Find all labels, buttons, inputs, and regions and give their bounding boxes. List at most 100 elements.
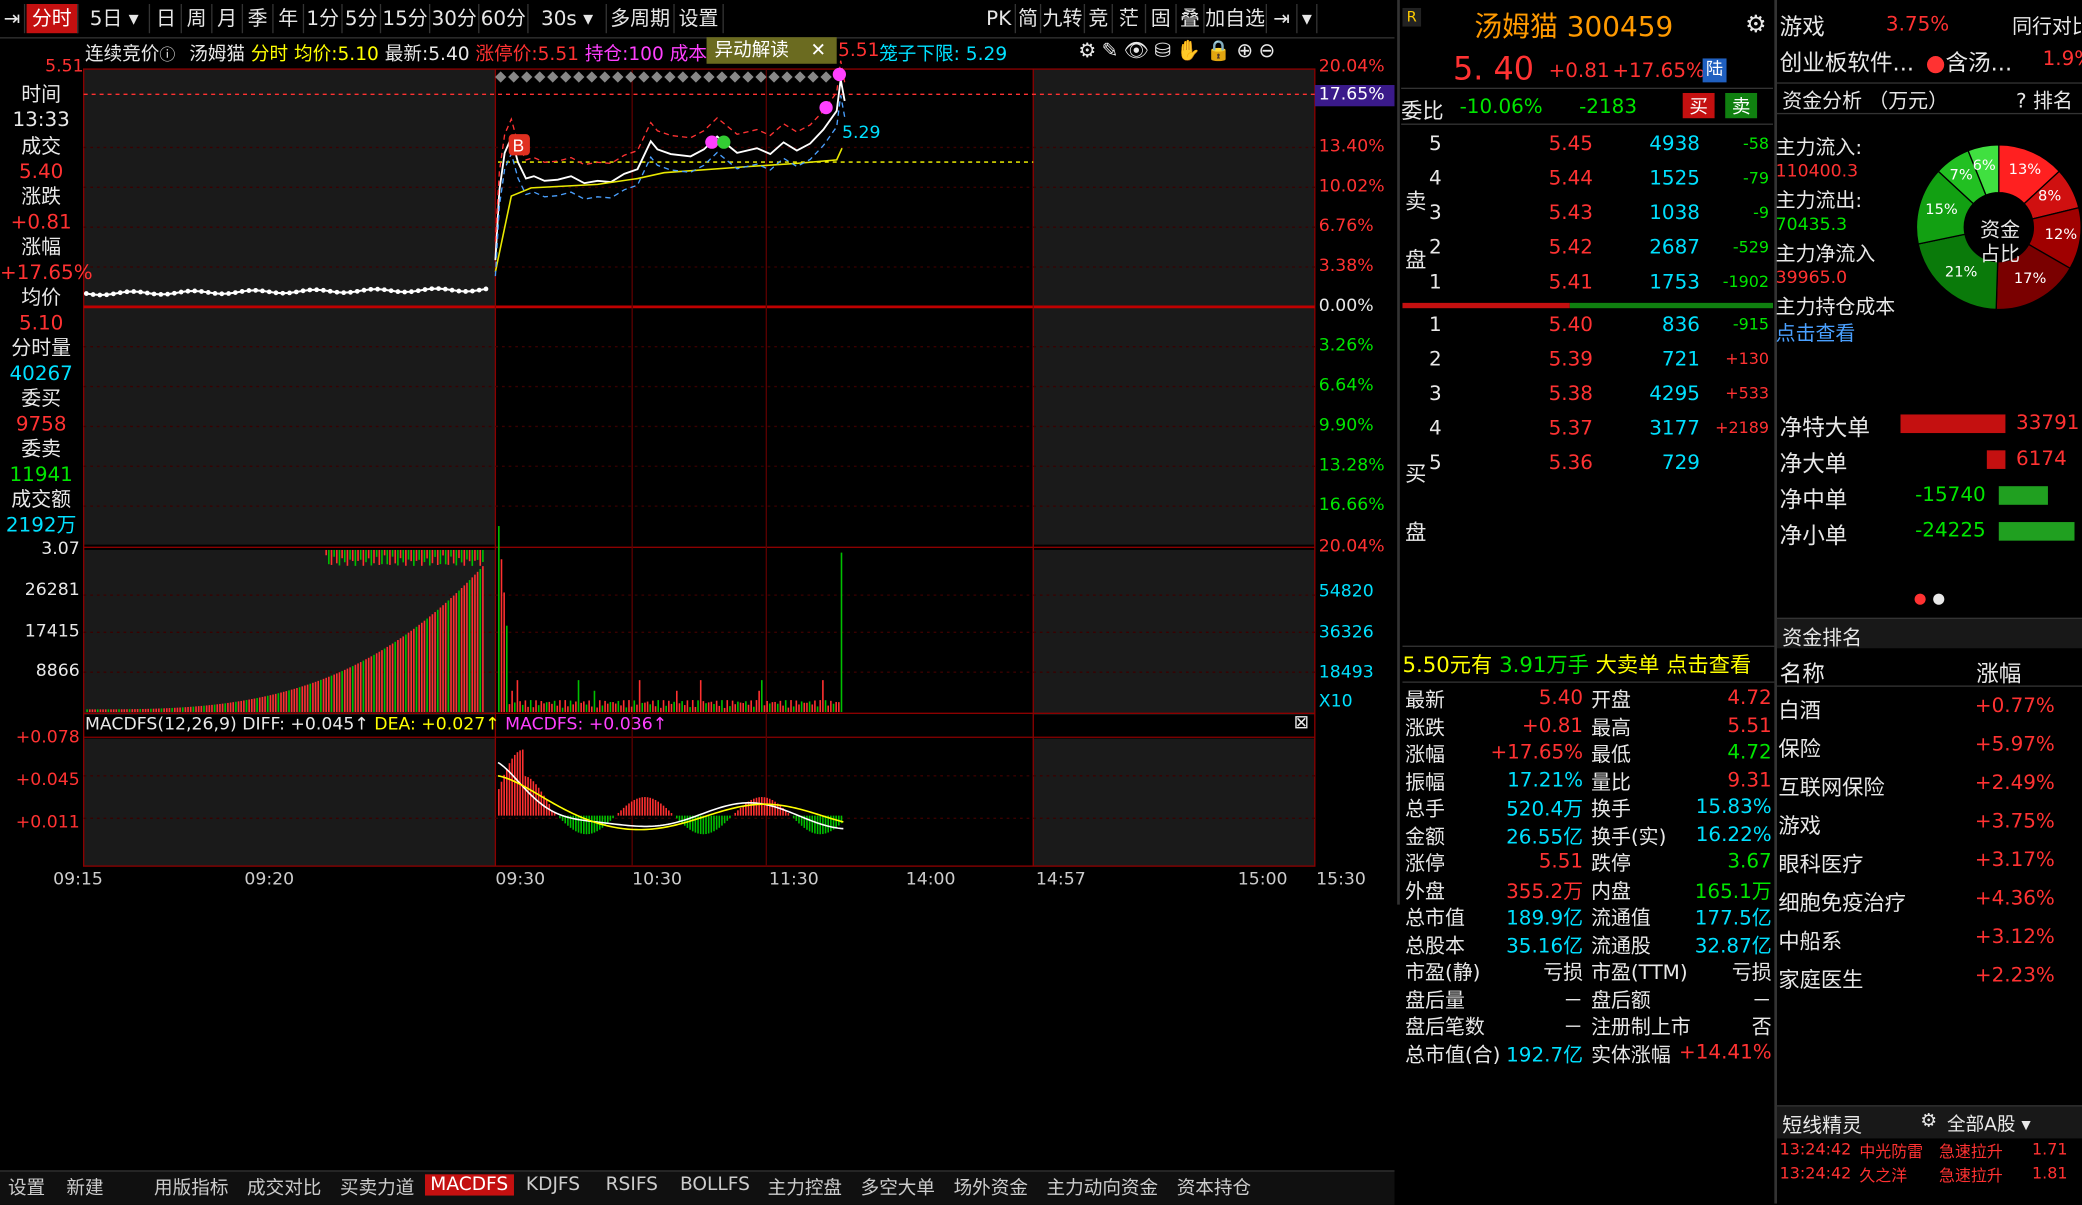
tab-main-flow[interactable]: 主力动向资金 <box>1047 1174 1159 1201</box>
tab-day[interactable]: 日 <box>151 4 182 33</box>
tab-common-indicators[interactable]: 用版指标 <box>154 1174 228 1201</box>
chart-tool-icons[interactable]: ⚙✎👁⛁✋🔒⊕⊖ <box>1078 39 1280 63</box>
close-indicator-icon[interactable]: ⊠ <box>1294 712 1310 733</box>
tab-kdjfs[interactable]: KDJFS <box>526 1174 580 1195</box>
rank-name[interactable]: 保险 <box>1778 731 1821 763</box>
ask-price[interactable]: 5.43 <box>1549 201 1593 225</box>
sector-name[interactable]: 游戏 <box>1780 8 1825 41</box>
tab-buy-sell-power[interactable]: 买卖力道 <box>340 1174 414 1201</box>
rank-col-name[interactable]: 名称 <box>1780 655 1825 688</box>
rank-name[interactable]: 中船系 <box>1778 923 1842 955</box>
ask-price[interactable]: 5.45 <box>1549 132 1593 156</box>
macd-bar <box>758 797 760 815</box>
settings-gear-icon[interactable]: ⚙ <box>1745 11 1766 39</box>
simple-button[interactable]: 简 <box>1016 4 1041 33</box>
tab-60min[interactable]: 60分 <box>479 4 528 33</box>
note-link[interactable]: 点击查看 <box>1666 652 1751 677</box>
rank-name[interactable]: 家庭医生 <box>1778 962 1863 994</box>
page-dot-icon[interactable]: ● <box>1914 590 1927 607</box>
info-icon[interactable]: ⓘ <box>159 45 175 64</box>
tab-1min[interactable]: 1分 <box>304 4 343 33</box>
sprite-settings-icon[interactable]: ⚙ <box>1920 1111 1937 1132</box>
toolbar-btn-6[interactable]: 茫 <box>1113 4 1146 33</box>
rank-name[interactable]: 互联网保险 <box>1778 769 1884 801</box>
sprite-stock[interactable]: 中光防雷 <box>1859 1140 1923 1163</box>
bid-price[interactable]: 5.40 <box>1549 312 1593 336</box>
tab-minute[interactable]: 分时 <box>27 4 79 33</box>
tab-year[interactable]: 年 <box>274 4 305 33</box>
big-order-note[interactable]: 5.50元有 3.91万手 大卖单 点击查看 <box>1402 646 1774 683</box>
bid-price[interactable]: 5.36 <box>1549 450 1593 474</box>
rank-row[interactable]: 保险+5.97% <box>1776 727 2081 766</box>
collapse-icon[interactable]: ⇥ <box>0 4 25 33</box>
expand-icon[interactable]: ⇥ <box>1267 4 1298 33</box>
rank-row[interactable]: 游戏+3.75% <box>1776 804 2081 843</box>
fixed-button[interactable]: 固 <box>1146 4 1177 33</box>
close-icon[interactable]: ✕ <box>810 37 826 64</box>
tab-big-orders[interactable]: 多空大单 <box>861 1174 935 1201</box>
rank-row[interactable]: 中船系+3.12% <box>1776 919 2081 958</box>
macd-bar <box>618 813 620 816</box>
pct-axis-tick: 20.04% <box>1319 537 1385 557</box>
rank-name[interactable]: 白酒 <box>1778 692 1821 724</box>
macd-bar <box>644 797 646 816</box>
volume-bar <box>583 701 585 712</box>
sell-button[interactable]: 卖 <box>1725 93 1757 118</box>
bid-price[interactable]: 5.37 <box>1549 416 1593 440</box>
volume-bar <box>421 623 423 712</box>
pk-button[interactable]: PK <box>983 4 1016 33</box>
rank-row[interactable]: 白酒+0.77% <box>1776 688 2081 727</box>
tab-bollfs[interactable]: BOLLFS <box>680 1174 750 1195</box>
overlay-button[interactable]: 叠 <box>1177 4 1205 33</box>
anomaly-tag[interactable]: 异动解读✕ <box>707 37 837 64</box>
tab-new[interactable]: 新建 <box>66 1174 103 1201</box>
board-name[interactable]: 创业板软件... <box>1780 44 1914 77</box>
stat-value: 4.72 <box>1676 740 1772 764</box>
tab-macdfs[interactable]: MACDFS <box>425 1174 514 1195</box>
tab-main-control[interactable]: 主力控盘 <box>768 1174 842 1201</box>
tab-30s[interactable]: 30s ▾ <box>529 4 607 33</box>
tab-15min[interactable]: 15分 <box>381 4 430 33</box>
tab-capital-hold[interactable]: 资本持仓 <box>1177 1174 1251 1201</box>
ask-price[interactable]: 5.42 <box>1549 235 1593 259</box>
rank-row[interactable]: 家庭医生+2.23% <box>1776 958 2081 997</box>
buy-button[interactable]: 买 <box>1683 93 1715 118</box>
intraday-chart[interactable]: B <box>0 37 1395 904</box>
add-watchlist-button[interactable]: 加自选 <box>1205 4 1267 33</box>
sprite-filter[interactable]: 全部A股 ▾ <box>1947 1111 2031 1138</box>
tab-month[interactable]: 月 <box>212 4 243 33</box>
dropdown-icon[interactable]: ▾ <box>1298 4 1318 33</box>
tab-season[interactable]: 季 <box>243 4 274 33</box>
rank-row[interactable]: 眼科医疗+3.17% <box>1776 842 2081 881</box>
rank-row[interactable]: 细胞免疫治疗+4.36% <box>1776 881 2081 920</box>
tab-rsifs[interactable]: RSIFS <box>606 1174 658 1195</box>
peer-compare-link[interactable]: 同行对比 <box>2012 12 2082 40</box>
tab-multi-period[interactable]: 多周期 <box>607 4 675 33</box>
tab-5min[interactable]: 5分 <box>343 4 382 33</box>
concept-name[interactable]: ●含汤... <box>1926 44 2012 77</box>
tab-5day[interactable]: 5日 ▾ <box>80 4 150 33</box>
rank-name[interactable]: 细胞免疫治疗 <box>1778 885 1906 917</box>
rank-row[interactable]: 互联网保险+2.49% <box>1776 765 2081 804</box>
sprite-stock[interactable]: 久之洋 <box>1859 1164 1907 1187</box>
ask-price[interactable]: 5.44 <box>1549 166 1593 190</box>
bid-price[interactable]: 5.38 <box>1549 381 1593 405</box>
tab-setting[interactable]: 设置 <box>8 1174 45 1201</box>
tab-settings[interactable]: 设置 <box>675 4 724 33</box>
tab-week[interactable]: 周 <box>182 4 213 33</box>
ask-price[interactable]: 5.41 <box>1549 270 1593 294</box>
tab-30min[interactable]: 30分 <box>430 4 479 33</box>
auction-button[interactable]: 竞 <box>1085 4 1113 33</box>
bid-price[interactable]: 5.39 <box>1549 347 1593 371</box>
rank-name[interactable]: 眼科医疗 <box>1778 846 1863 878</box>
volume-bar <box>147 709 149 712</box>
tab-volume-compare[interactable]: 成交对比 <box>247 1174 321 1201</box>
page-dot-icon[interactable]: ● <box>1932 590 1945 607</box>
rank-name[interactable]: 游戏 <box>1778 808 1821 840</box>
main-cost-link[interactable]: 点击查看 <box>1776 319 1856 347</box>
rank-col-pct[interactable]: 涨幅 <box>1976 655 2021 688</box>
tab-outside-fund[interactable]: 场外资金 <box>954 1174 1028 1201</box>
volume-bar <box>121 709 123 712</box>
fund-rank[interactable]: ? 排名 <box>2016 86 2073 114</box>
nine-turn-button[interactable]: 九转 <box>1041 4 1085 33</box>
